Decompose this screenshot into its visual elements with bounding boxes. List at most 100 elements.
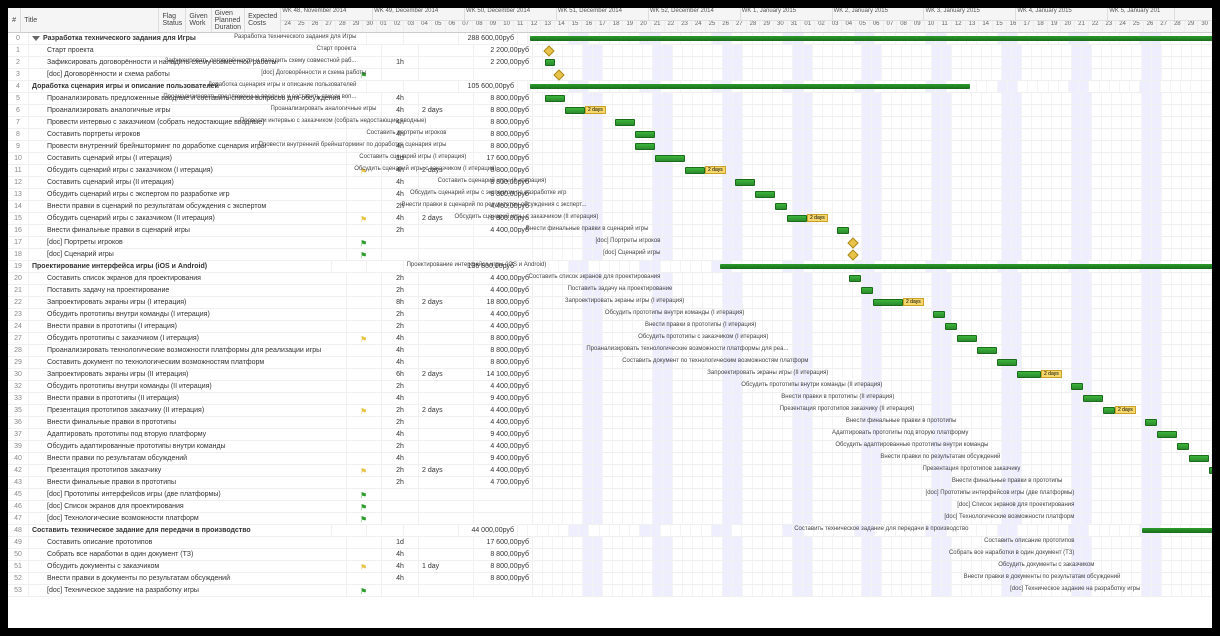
gantt-cell[interactable]: 2 daysЗапроектировать экраны игры (I ите… [533, 297, 1212, 308]
gantt-cell[interactable]: [doc] Техническое задание на разработку … [533, 585, 1212, 596]
task-row[interactable]: 35Презентация прототипов заказчику (II и… [8, 405, 1212, 417]
gantt-bar[interactable] [849, 275, 861, 282]
task-row[interactable]: 7Провести интервью с заказчиком (собрать… [8, 117, 1212, 129]
flag-cell[interactable] [332, 261, 367, 272]
task-row[interactable]: 47[doc] Технологические возможности плат… [8, 513, 1212, 525]
flag-cell[interactable] [347, 309, 382, 320]
flag-cell[interactable] [347, 237, 382, 248]
flag-cell[interactable] [347, 273, 382, 284]
task-row[interactable]: 8Составить портреты игроков4h8 800,00руб… [8, 129, 1212, 141]
gantt-bar[interactable] [957, 335, 977, 342]
gantt-cell[interactable]: 2 daysОбсудить сценарий игры с заказчико… [533, 213, 1212, 224]
task-row[interactable]: 15Обсудить сценарий игры с заказчиком (I… [8, 213, 1212, 225]
gantt-cell[interactable]: Обсудить прототипы внутри команды (I ите… [533, 309, 1212, 320]
gantt-cell[interactable]: Провести внутренний брейншторминг по дор… [533, 141, 1212, 152]
flag-cell[interactable] [347, 333, 382, 344]
gantt-cell[interactable]: Внести финальные правки в прототипы [533, 477, 1212, 488]
task-row[interactable]: 18[doc] Сценарий игры[doc] Сценарий игры [8, 249, 1212, 261]
flag-cell[interactable] [347, 429, 382, 440]
gantt-cell[interactable]: Адаптировать прототипы под вторую платфо… [533, 429, 1212, 440]
flag-cell[interactable] [347, 573, 382, 584]
flag-cell[interactable] [347, 369, 382, 380]
gantt-cell[interactable]: [doc] Договорённости и схема работы [533, 69, 1212, 80]
gantt-cell[interactable]: Внести правки в прототипы (II итерация) [533, 393, 1212, 404]
gantt-bar[interactable] [635, 143, 655, 150]
gantt-cell[interactable]: Внести правки в сценарий по результатам … [533, 201, 1212, 212]
gantt-cell[interactable]: Обсудить прототипы внутри команды (II ит… [533, 381, 1212, 392]
flag-cell[interactable] [347, 585, 382, 596]
gantt-cell[interactable]: 2 daysОбсудить сценарий игры с заказчико… [533, 165, 1212, 176]
task-row[interactable]: 45[doc] Прототипы интерфейсов игры (две … [8, 489, 1212, 501]
flag-cell[interactable] [347, 189, 382, 200]
gantt-cell[interactable]: Внести финальные правки в прототипы [533, 417, 1212, 428]
gantt-bar[interactable] [530, 36, 1212, 41]
gantt-cell[interactable]: [doc] Прототипы интерфейсов игры (две пл… [533, 489, 1212, 500]
task-row[interactable]: 30Запроектировать экраны игры (II итерац… [8, 369, 1212, 381]
gantt-bar[interactable] [615, 119, 635, 126]
flag-cell[interactable] [347, 501, 382, 512]
gantt-cell[interactable]: Проанализировать предложенные вводные и … [533, 93, 1212, 104]
flag-cell[interactable] [347, 489, 382, 500]
gantt-cell[interactable]: 2 daysПрезентация прототипов заказчику [533, 465, 1212, 476]
task-row[interactable]: 16Внести финальные правки в сценарий игр… [8, 225, 1212, 237]
task-row[interactable]: 17[doc] Портреты игроков[doc] Портреты и… [8, 237, 1212, 249]
gantt-bar[interactable] [837, 227, 849, 234]
task-row[interactable]: 5Проанализировать предложенные вводные и… [8, 93, 1212, 105]
gantt-cell[interactable]: 2 daysПрезентация прототипов заказчику (… [533, 405, 1212, 416]
gantt-bar[interactable] [530, 84, 970, 89]
gantt-cell[interactable]: Внести финальные правки в сценарий игры [533, 225, 1212, 236]
gantt-cell[interactable]: [doc] Сценарий игры [533, 249, 1212, 260]
task-row[interactable]: 50Собрать все наработки в один документ … [8, 549, 1212, 561]
task-row[interactable]: 29Составить документ по технологическим … [8, 357, 1212, 369]
gantt-bar[interactable] [545, 95, 565, 102]
flag-cell[interactable] [347, 321, 382, 332]
task-row[interactable]: 39Обсудить адаптированные прототипы внут… [8, 441, 1212, 453]
flag-cell[interactable] [347, 561, 382, 572]
gantt-bar[interactable] [787, 215, 807, 222]
flag-cell[interactable] [347, 513, 382, 524]
gantt-bar[interactable] [997, 359, 1017, 366]
gantt-cell[interactable]: Зафиксировать договорённости и наладить … [533, 57, 1212, 68]
task-row[interactable]: 3[doc] Договорённости и схема работы[doc… [8, 69, 1212, 81]
gantt-bar[interactable] [755, 191, 775, 198]
task-row[interactable]: 9Провести внутренний брейншторминг по до… [8, 141, 1212, 153]
gantt-bar[interactable] [933, 311, 945, 318]
gantt-bar[interactable] [1071, 383, 1083, 390]
gantt-bar[interactable] [775, 203, 787, 210]
gantt-cell[interactable]: Составить сценарий игры (II итерация) [533, 177, 1212, 188]
task-row[interactable]: 20Составить список экранов для проектиро… [8, 273, 1212, 285]
gantt-cell[interactable]: 2 daysОбсудить документы с заказчиком [533, 561, 1212, 572]
gantt-bar[interactable] [735, 179, 755, 186]
task-row[interactable]: 52Внести правки в документы по результат… [8, 573, 1212, 585]
gantt-bar[interactable] [945, 323, 957, 330]
gantt-bar[interactable] [565, 107, 585, 114]
flag-cell[interactable] [347, 453, 382, 464]
task-row[interactable]: 37Адаптировать прототипы под вторую плат… [8, 429, 1212, 441]
task-row[interactable]: 21Поставить задачу на проектирование2h4 … [8, 285, 1212, 297]
task-row[interactable]: 14Внести правки в сценарий по результата… [8, 201, 1212, 213]
gantt-bar[interactable] [1083, 395, 1103, 402]
task-row[interactable]: 24Внести правки в прототипы (I итерация)… [8, 321, 1212, 333]
flag-cell[interactable] [347, 393, 382, 404]
task-row[interactable]: 28Проанализировать технологические возмо… [8, 345, 1212, 357]
flag-cell[interactable] [347, 177, 382, 188]
task-row[interactable]: 27Обсудить прототипы с заказчиком (I ите… [8, 333, 1212, 345]
task-row[interactable]: 11Обсудить сценарий игры с заказчиком (I… [8, 165, 1212, 177]
task-row[interactable]: 0Разработка технического задания для Игр… [8, 33, 1212, 45]
gantt-bar[interactable] [1017, 371, 1041, 378]
gantt-cell[interactable]: 2 daysЗапроектировать экраны игры (II ит… [533, 369, 1212, 380]
task-row[interactable]: 32Обсудить прототипы внутри команды (II … [8, 381, 1212, 393]
flag-cell[interactable] [347, 417, 382, 428]
gantt-cell[interactable]: Составить список экранов для проектирова… [533, 273, 1212, 284]
flag-cell[interactable] [347, 477, 382, 488]
task-row[interactable]: 48Составить техническое задание для пере… [8, 525, 1212, 537]
flag-cell[interactable] [347, 285, 382, 296]
task-row[interactable]: 40Внести правки по результатам обсуждени… [8, 453, 1212, 465]
task-row[interactable]: 22Запроектировать экраны игры (I итераци… [8, 297, 1212, 309]
task-row[interactable]: 49Составить описание прототипов1d17 600,… [8, 537, 1212, 549]
task-grid[interactable]: 0Разработка технического задания для Игр… [8, 33, 1212, 597]
task-row[interactable]: 1Старт проекта2 200,00рубСтарт проекта [8, 45, 1212, 57]
gantt-cell[interactable]: [doc] Портреты игроков [533, 237, 1212, 248]
gantt-bar[interactable] [1209, 467, 1212, 474]
gantt-bar[interactable] [873, 299, 903, 306]
